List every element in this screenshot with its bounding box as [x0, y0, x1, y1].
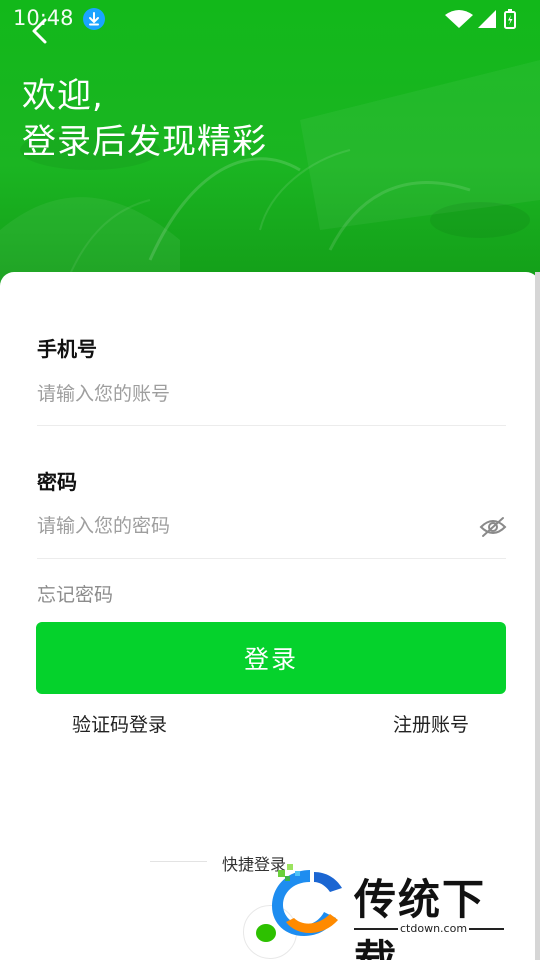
quick-login-divider-left [150, 861, 207, 862]
watermark: 传统下载 ctdown.com [266, 862, 516, 960]
login-button[interactable]: 登录 [36, 622, 506, 694]
download-icon [83, 8, 105, 30]
status-icons [445, 9, 516, 29]
welcome-line-2: 登录后发现精彩 [22, 122, 267, 162]
battery-icon [504, 9, 516, 29]
sms-login-link[interactable]: 验证码登录 [72, 710, 167, 737]
back-arrow-icon [32, 18, 47, 44]
scrollbar[interactable] [535, 272, 540, 960]
phone-divider [37, 425, 506, 426]
watermark-brand: 传统下载 [354, 875, 487, 960]
forgot-password-link[interactable]: 忘记密码 [37, 580, 113, 607]
password-divider [37, 558, 506, 559]
welcome-heading: 欢迎, 登录后发现精彩 [22, 73, 267, 165]
wifi-icon [445, 10, 473, 28]
toggle-password-visibility-button[interactable] [478, 515, 508, 539]
watermark-url: ctdown.com [398, 922, 470, 935]
password-input[interactable] [37, 509, 477, 543]
password-label: 密码 [37, 470, 77, 494]
eye-hidden-icon [479, 517, 507, 537]
status-bar: 10:48 [0, 0, 540, 36]
watermark-logo-icon [272, 864, 342, 936]
signal-icon [478, 10, 496, 28]
register-link[interactable]: 注册账号 [393, 710, 469, 737]
phone-label: 手机号 [37, 337, 97, 361]
welcome-line-1: 欢迎, [22, 76, 104, 116]
back-button[interactable] [24, 14, 58, 48]
phone-input[interactable] [37, 377, 477, 411]
